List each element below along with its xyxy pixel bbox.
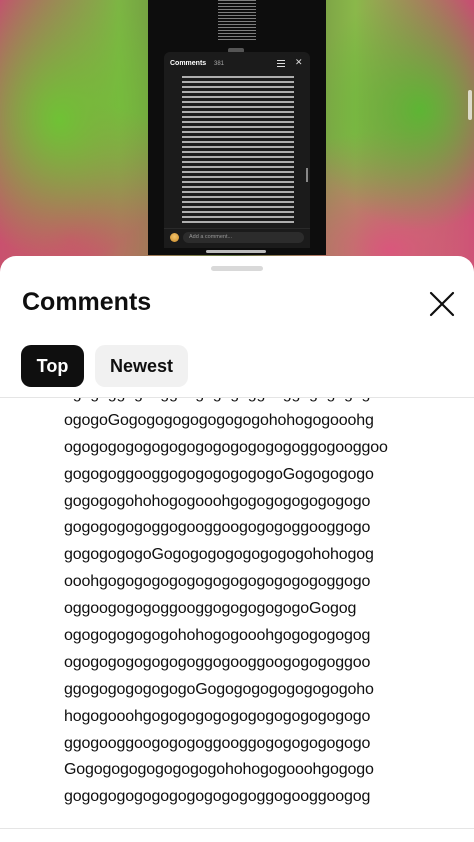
side-panel-handle[interactable]: [468, 90, 472, 120]
comment-text-line: ggogogogogogogoGogogogogogogogogoho: [64, 680, 374, 698]
video-frame-phone-screenshot: Comments 381 ✕ Add a comment...: [148, 0, 326, 255]
comment-text-line: ogogogogogogogogogogogogogoggogooggoo: [64, 438, 388, 456]
close-icon: [429, 291, 455, 317]
comment-text-line: ggogooggoogogogoggooggogogogogogogo: [64, 734, 371, 752]
comment-text-line: ogogogogogogohohogogooohgogogogogog: [64, 627, 371, 645]
comment-text-line: Gogogogogogogogogohohogogooohgogogo: [64, 761, 374, 779]
comment-text-line: gogogogogoggogooggoogogogoggooggogo: [64, 519, 371, 537]
comment-text-line: ogogoggogooggoogogogoggooggogogogog: [64, 398, 436, 408]
comment-text-line: gogogoggooggogogogogogogoGogogogogo: [64, 465, 374, 483]
avatar: [170, 233, 179, 242]
video-mini-comment-input: Add a comment...: [183, 232, 304, 243]
tab-newest[interactable]: Newest: [95, 345, 188, 387]
comment-text-line: oggoogogogoggooggogogogogogoGogog: [64, 600, 357, 618]
comment-text-line: ogogoGogogogogogogogogohohogogooohg: [64, 411, 374, 429]
comment-text-line: gogogogohohogogooohgogogogogogogogo: [64, 492, 371, 510]
tab-top[interactable]: Top: [21, 345, 84, 387]
bottom-bar: [0, 829, 474, 842]
close-button[interactable]: [426, 288, 458, 320]
comment-text-line: gogogogogoGogogogogogogogogohohogog: [64, 546, 374, 564]
video-mini-comment-text: [182, 76, 294, 224]
comment-list[interactable]: ogogoggogooggoogogogoggooggogogogog ogog…: [0, 398, 474, 828]
video-mini-comments-sheet: Comments 381 ✕ Add a comment...: [164, 52, 310, 248]
comment-body: ogogoggogooggoogogogoggooggogogogog ogog…: [64, 398, 436, 811]
comment-text-line: ooohgogogogogogogogogogogogogoggogo: [64, 573, 371, 591]
sheet-drag-handle[interactable]: [211, 266, 263, 271]
video-mini-home-indicator: [206, 250, 266, 253]
comment-text-line: gogogogogogogogogogogoggogooggoogog: [64, 788, 371, 806]
comments-sheet: Comments Top Newest ogogoggogooggoogogog…: [0, 256, 474, 842]
video-mini-scrollbar: [306, 168, 308, 182]
comment-text-line: ogogogogogogogoggogooggoogogogoggoo: [64, 653, 371, 671]
video-mini-input-row: Add a comment...: [164, 228, 310, 246]
close-icon: ✕: [295, 57, 303, 67]
sheet-title: Comments: [22, 288, 152, 316]
video-text-block: [218, 0, 256, 42]
comment-text-line: hogogooohgogogogogogogogogogogogogo: [64, 707, 371, 725]
video-mini-title: Comments: [170, 60, 207, 67]
video-mini-count: 381: [214, 61, 225, 67]
tune-icon: [277, 60, 285, 67]
